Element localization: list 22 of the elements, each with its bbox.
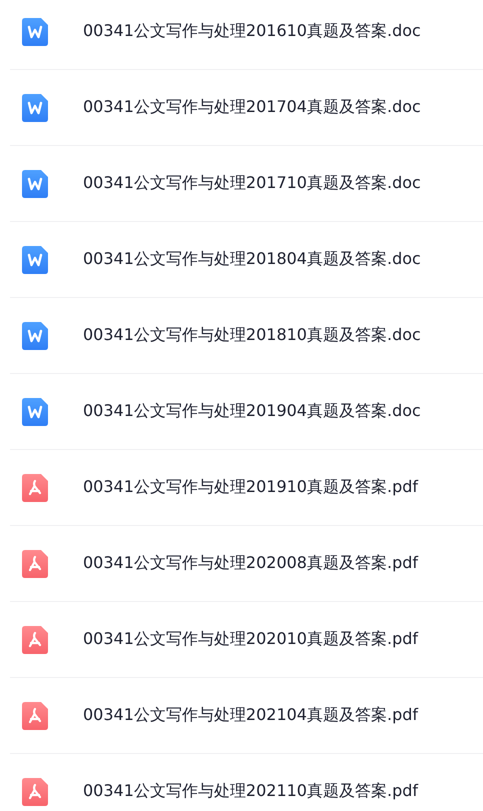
word-document-icon: [22, 322, 48, 350]
file-name[interactable]: 00341公文写作与处理202010真题及答案.pdf: [83, 629, 418, 650]
pdf-document-icon: [22, 474, 48, 502]
word-document-icon: [22, 94, 48, 122]
file-name[interactable]: 00341公文写作与处理201710真题及答案.doc: [83, 173, 421, 194]
word-document-icon: [22, 398, 48, 426]
word-document-icon: [22, 170, 48, 198]
file-name[interactable]: 00341公文写作与处理201804真题及答案.doc: [83, 249, 421, 270]
file-name[interactable]: 00341公文写作与处理201910真题及答案.pdf: [83, 477, 418, 498]
file-name[interactable]: 00341公文写作与处理201810真题及答案.doc: [83, 325, 421, 346]
word-document-icon: [22, 18, 48, 46]
file-name[interactable]: 00341公文写作与处理202008真题及答案.pdf: [83, 553, 418, 574]
file-name[interactable]: 00341公文写作与处理201904真题及答案.doc: [83, 401, 421, 422]
file-name[interactable]: 00341公文写作与处理202104真题及答案.pdf: [83, 705, 418, 726]
pdf-document-icon: [22, 550, 48, 578]
pdf-document-icon: [22, 626, 48, 654]
pdf-document-icon: [22, 702, 48, 730]
file-name[interactable]: 00341公文写作与处理201704真题及答案.doc: [83, 97, 421, 118]
word-document-icon: [22, 246, 48, 274]
pdf-document-icon: [22, 778, 48, 806]
file-name[interactable]: 00341公文写作与处理201610真题及答案.doc: [83, 21, 421, 42]
file-name[interactable]: 00341公文写作与处理202110真题及答案.pdf: [83, 781, 418, 802]
